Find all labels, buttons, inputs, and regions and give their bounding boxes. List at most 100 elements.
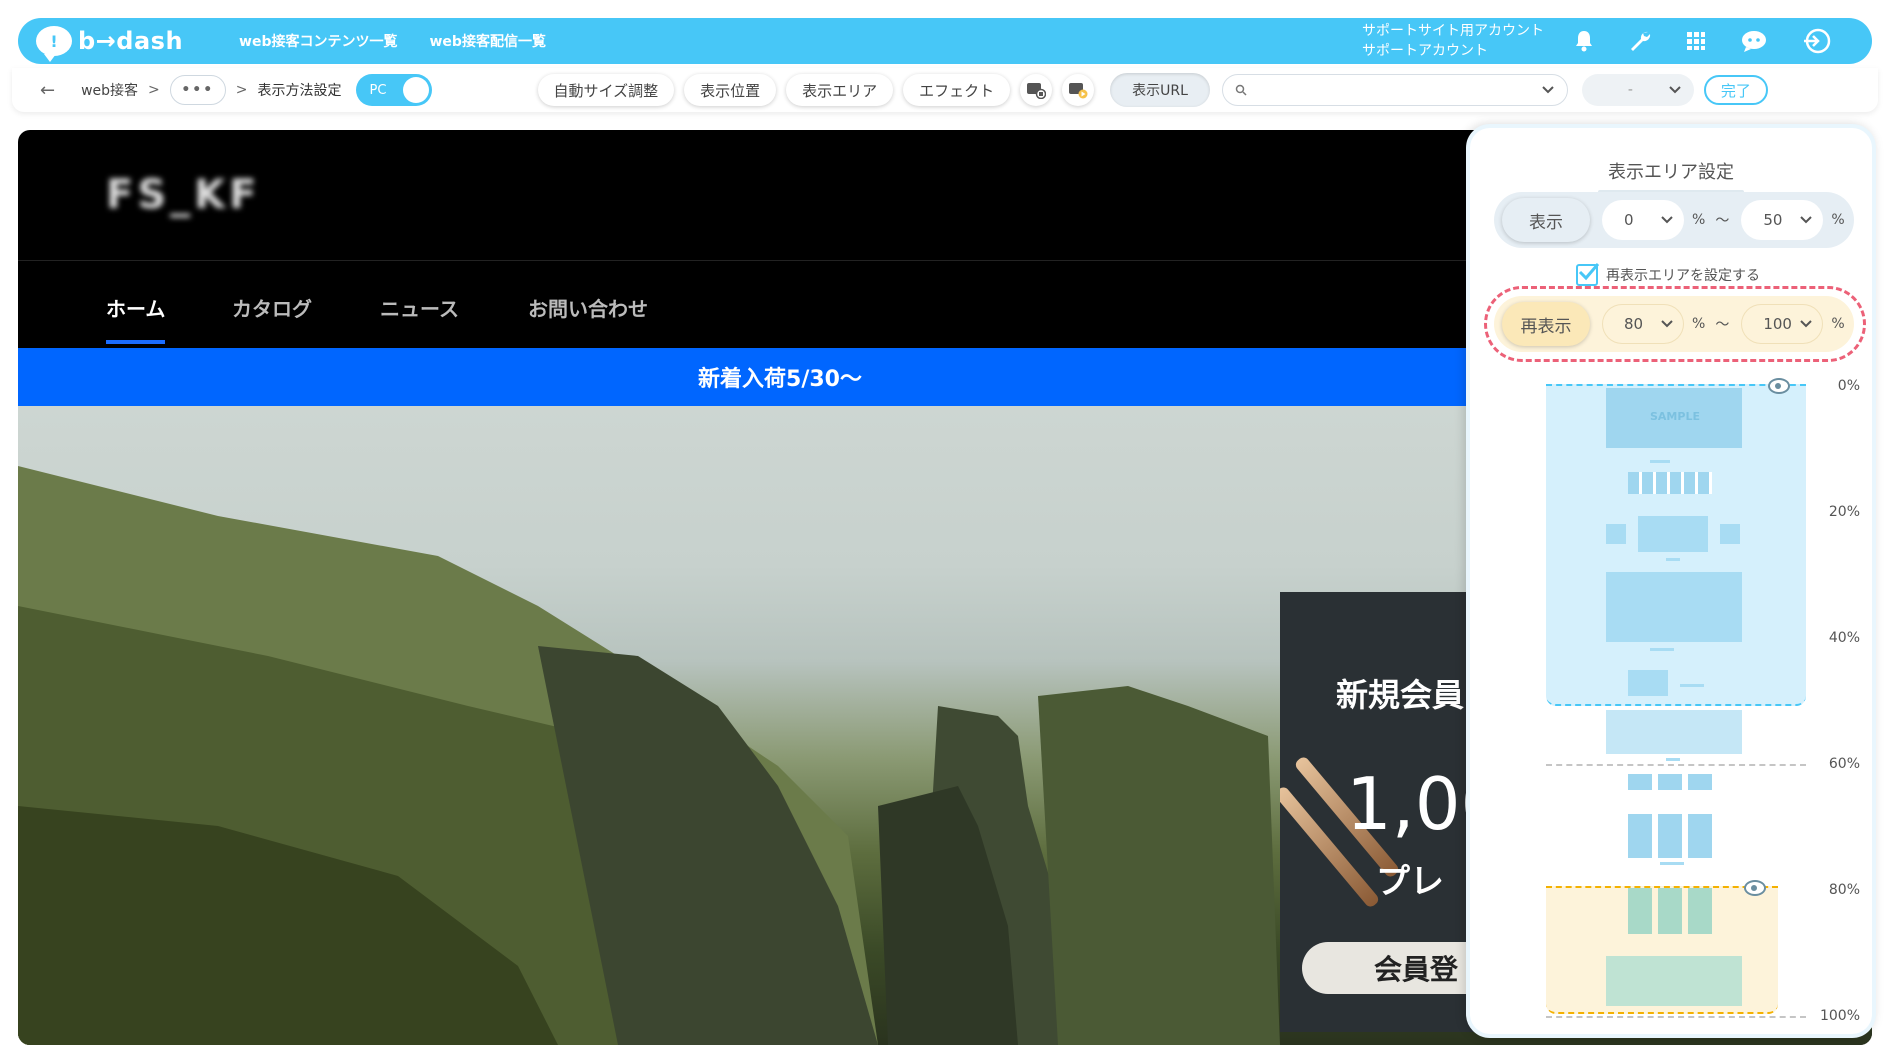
position-button[interactable]: 表示位置 <box>684 74 777 106</box>
brand-logo[interactable]: ! b→dash <box>36 26 184 62</box>
site-nav-home[interactable]: ホーム <box>106 293 166 344</box>
chevron-down-icon <box>1800 320 1813 328</box>
display-to-value: 50 <box>1763 211 1783 229</box>
auto-size-button[interactable]: 自動サイズ調整 <box>537 74 675 106</box>
thumb-footer <box>1606 956 1742 1006</box>
thumb-side <box>1606 524 1626 544</box>
display-label: 表示 <box>1502 198 1590 242</box>
display-area-button[interactable]: 表示エリア <box>786 74 894 106</box>
done-button[interactable]: 完了 <box>1703 75 1768 105</box>
popup-register-button[interactable]: 会員登 <box>1302 942 1480 994</box>
thumb-sample-label: SAMPLE <box>1650 410 1700 423</box>
check-icon <box>1578 263 1600 281</box>
reshow-from-select[interactable]: 80 <box>1602 304 1684 344</box>
thumb-line <box>1666 558 1680 561</box>
thumb-grid <box>1628 472 1712 494</box>
thumb-row <box>1628 814 1712 858</box>
chevron-down-icon <box>1542 86 1554 94</box>
chevron-down-icon <box>1661 216 1673 224</box>
tick-100: 100% <box>1819 1008 1860 1024</box>
tick-20: 20% <box>1828 504 1860 520</box>
preview-stop-icon[interactable] <box>1020 74 1053 106</box>
popup-subtext: プレ <box>1376 862 1444 902</box>
app-header: ! b→dash web接客コンテンツ一覧 web接客配信一覧 サポートサイト用… <box>18 18 1872 64</box>
variant-select-value: - <box>1627 82 1633 98</box>
popup-amount: 1,00 <box>1346 762 1480 846</box>
unit-label: % <box>1692 316 1706 332</box>
popup-content[interactable]: 新規会員 1,00 プレ 会員登 <box>1280 592 1480 1032</box>
wrench-icon[interactable] <box>1628 29 1652 53</box>
eye-icon[interactable] <box>1744 880 1766 896</box>
reshow-label: 再表示 <box>1502 302 1590 346</box>
reshow-checkbox-label: 再表示エリアを設定する <box>1606 268 1760 284</box>
range-tilde: 〜 <box>1715 213 1730 229</box>
site-nav-news[interactable]: ニュース <box>380 293 459 322</box>
tool-buttons: 自動サイズ調整 表示位置 表示エリア エフェクト 表示URL - 完了 <box>537 73 1768 107</box>
logo-text: b→dash <box>78 27 184 55</box>
tick-40: 40% <box>1828 630 1860 646</box>
preview-play-icon[interactable] <box>1062 74 1095 106</box>
reshow-to-value: 100 <box>1763 315 1792 333</box>
tick-0: 0% <box>1837 378 1860 394</box>
tick-80: 80% <box>1828 882 1860 898</box>
header-icons <box>1574 28 1832 54</box>
chevron-down-icon <box>1669 86 1681 94</box>
grid-line <box>1546 1016 1806 1018</box>
thumb-line <box>1660 862 1684 865</box>
breadcrumb-separator: > <box>235 82 248 98</box>
thumb-line <box>1650 648 1674 651</box>
breadcrumb-web-service[interactable]: web接客 <box>81 80 138 100</box>
thumb-side <box>1720 524 1740 544</box>
account-info[interactable]: サポートサイト用アカウント サポートアカウント <box>1362 21 1544 61</box>
chat-icon[interactable] <box>1740 29 1768 53</box>
unit-label: % <box>1831 316 1845 332</box>
thumb-block <box>1606 572 1742 642</box>
chevron-down-icon <box>1661 320 1673 328</box>
breadcrumb-separator: > <box>148 82 160 98</box>
grid-icon[interactable] <box>1686 31 1706 51</box>
site-nav-contact[interactable]: お問い合わせ <box>528 293 648 322</box>
display-range-row: 表示 0 % 〜 50 % <box>1494 192 1854 248</box>
nav-content-list[interactable]: web接客コンテンツ一覧 <box>239 31 397 51</box>
thumb-line <box>1650 460 1670 463</box>
area-visualizer: 0% 20% 40% 60% 80% 100% SAMPLE <box>1540 378 1860 1038</box>
bell-icon[interactable] <box>1574 30 1594 52</box>
nav-delivery-list[interactable]: web接客配信一覧 <box>430 31 546 51</box>
url-search-select[interactable] <box>1221 74 1568 106</box>
panel-title: 表示エリア設定 <box>1470 158 1872 194</box>
account-line2: サポートアカウント <box>1362 43 1488 59</box>
unit-label: % <box>1831 212 1845 228</box>
display-from-select[interactable]: 0 <box>1602 200 1684 240</box>
popup-headline: 新規会員 <box>1336 676 1465 714</box>
back-arrow-icon[interactable]: ← <box>40 80 55 101</box>
logout-icon[interactable] <box>1802 28 1832 54</box>
thumb-line <box>1680 684 1704 687</box>
toggle-knob <box>402 77 429 103</box>
reshow-range-row: 再表示 80 % 〜 100 % <box>1494 296 1854 352</box>
thumb-hero: SAMPLE <box>1606 388 1742 448</box>
reshow-checkbox[interactable] <box>1576 263 1600 286</box>
display-from-value: 0 <box>1624 211 1634 229</box>
eye-icon[interactable] <box>1768 378 1790 394</box>
editor-toolbar: ← web接客 > ••• > 表示方法設定 PC 自動サイズ調整 表示位置 表… <box>12 68 1878 112</box>
reshow-from-value: 80 <box>1624 315 1644 333</box>
search-icon <box>1235 84 1247 96</box>
reshow-to-select[interactable]: 100 <box>1741 304 1824 344</box>
site-logo: FS_KF <box>106 172 261 218</box>
display-to-select[interactable]: 50 <box>1741 200 1824 240</box>
tick-60: 60% <box>1828 756 1860 772</box>
variant-select[interactable]: - <box>1581 74 1694 106</box>
effect-button[interactable]: エフェクト <box>903 74 1011 106</box>
thumb-row <box>1628 888 1712 934</box>
top-nav: web接客コンテンツ一覧 web接客配信一覧 <box>239 31 546 51</box>
reshow-checkbox-row[interactable]: 再表示エリアを設定する <box>1576 263 1760 286</box>
grid-line <box>1546 764 1806 766</box>
thumb-block <box>1628 670 1668 696</box>
breadcrumb-current: 表示方法設定 <box>257 83 342 99</box>
device-toggle[interactable]: PC <box>355 74 432 106</box>
thumb-line <box>1666 758 1680 761</box>
breadcrumb-more-button[interactable]: ••• <box>169 75 226 105</box>
logo-bubble-icon: ! <box>36 26 72 62</box>
site-nav-catalog[interactable]: カタログ <box>232 293 312 322</box>
display-url-label[interactable]: 表示URL <box>1110 73 1210 107</box>
